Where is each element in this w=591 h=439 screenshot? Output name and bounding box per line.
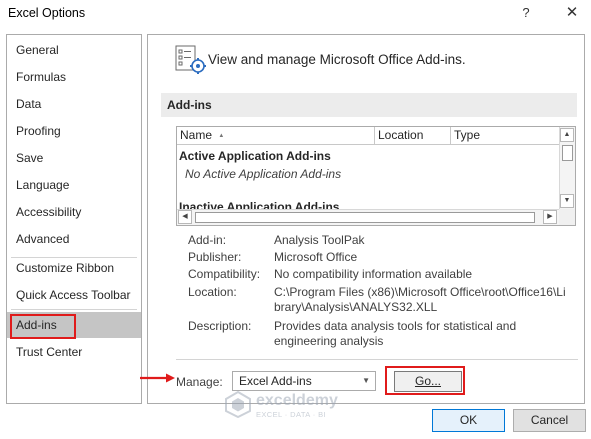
scrollbar-corner (559, 209, 575, 225)
sidebar-item-save[interactable]: Save (7, 145, 141, 171)
manage-divider (176, 359, 578, 360)
scroll-down-icon[interactable]: ▼ (560, 194, 574, 208)
sidebar-item-data[interactable]: Data (7, 91, 141, 117)
sidebar-item-proofing[interactable]: Proofing (7, 118, 141, 144)
vertical-scrollbar[interactable]: ▲ ▼ (559, 127, 575, 210)
window-title: Excel Options (8, 6, 86, 20)
section-header-add-ins: Add-ins (161, 93, 577, 117)
add-ins-icon (175, 45, 206, 74)
title-bar: Excel Options ? ✕ (0, 0, 591, 28)
horizontal-scrollbar[interactable]: ◀ ▶ (177, 209, 560, 225)
detail-label-compatibility: Compatibility: (188, 267, 261, 281)
detail-value-publisher: Microsoft Office (274, 250, 358, 264)
scroll-up-icon[interactable]: ▲ (560, 128, 574, 142)
sidebar-item-formulas[interactable]: Formulas (7, 64, 141, 90)
sort-ascending-icon: ▲ (218, 133, 225, 139)
watermark-tagline: EXCEL · DATA · BI (256, 410, 327, 419)
sidebar-divider (11, 309, 137, 310)
detail-value-description: Provides data analysis tools for statist… (274, 319, 517, 348)
add-ins-list[interactable]: Name ▲ Location Type Active Application … (176, 126, 576, 226)
manage-label: Manage: (176, 375, 223, 389)
add-ins-panel: View and manage Microsoft Office Add-ins… (140, 34, 585, 404)
detail-label-add-in: Add-in: (188, 233, 227, 247)
manage-dropdown-value: Excel Add-ins (239, 374, 312, 388)
vertical-scroll-thumb[interactable] (562, 145, 573, 161)
sidebar-item-trust-center[interactable]: Trust Center (7, 339, 141, 365)
sidebar-item-advanced[interactable]: Advanced (7, 226, 141, 252)
highlight-box-add-ins (10, 314, 76, 339)
column-header-location[interactable]: Location (375, 127, 451, 145)
scroll-left-icon[interactable]: ◀ (178, 210, 192, 224)
sidebar-item-general[interactable]: General (7, 37, 141, 63)
red-arrow-annotation-icon (140, 373, 175, 383)
group-active-add-ins: Active Application Add-ins (179, 149, 331, 163)
sidebar-item-language[interactable]: Language (7, 172, 141, 198)
watermark-name: exceldemy (256, 392, 338, 409)
horizontal-scroll-thumb[interactable] (195, 212, 535, 223)
highlight-box-go (385, 366, 465, 395)
exceldemy-logo-icon (225, 390, 251, 418)
column-header-type[interactable]: Type (451, 127, 561, 145)
close-button[interactable]: ✕ (556, 2, 588, 24)
page-heading: View and manage Microsoft Office Add-ins… (208, 52, 466, 67)
active-add-ins-empty-text: No Active Application Add-ins (185, 167, 342, 181)
cancel-button[interactable]: Cancel (513, 409, 586, 432)
detail-label-location: Location: (188, 285, 237, 299)
ok-button[interactable]: OK (432, 409, 505, 432)
exceldemy-watermark: exceldemy EXCEL · DATA · BI (224, 388, 364, 422)
detail-value-compatibility: No compatibility information available (274, 267, 473, 281)
detail-label-description: Description: (188, 319, 252, 333)
sidebar-item-customize-ribbon[interactable]: Customize Ribbon (7, 255, 141, 281)
sidebar-item-accessibility[interactable]: Accessibility (7, 199, 141, 225)
detail-value-location: C:\Program Files (x86)\Microsoft Office\… (274, 285, 566, 314)
sidebar-item-quick-access-toolbar[interactable]: Quick Access Toolbar (7, 282, 141, 308)
scroll-right-icon[interactable]: ▶ (543, 210, 557, 224)
column-header-name[interactable]: Name ▲ (177, 127, 375, 145)
detail-label-publisher: Publisher: (188, 250, 242, 264)
help-button[interactable]: ? (512, 2, 540, 24)
column-header-name-label: Name (180, 128, 213, 142)
detail-value-add-in: Analysis ToolPak (274, 233, 365, 247)
options-sidebar: General Formulas Data Proofing Save Lang… (6, 34, 142, 404)
